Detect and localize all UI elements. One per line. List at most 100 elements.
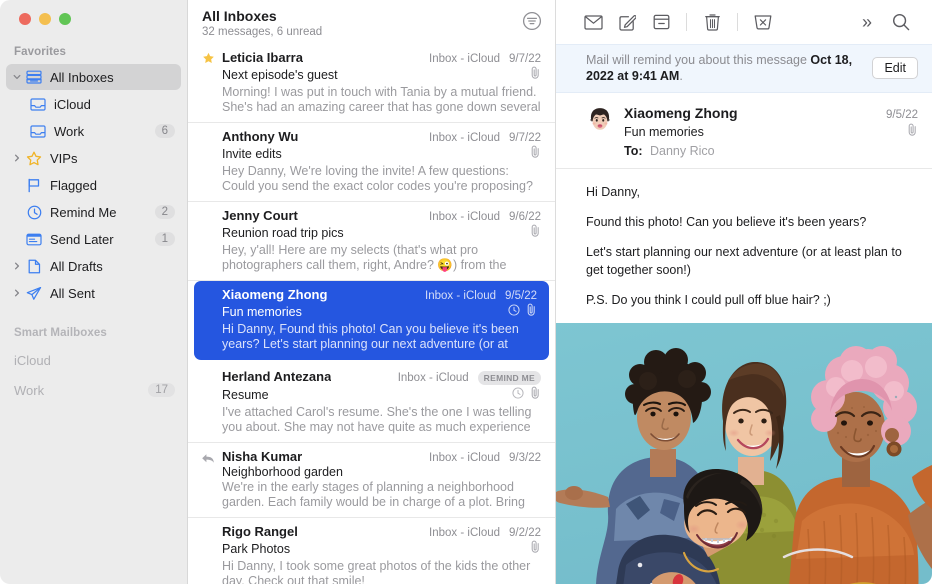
- inbox-icon: [28, 125, 48, 138]
- table-row[interactable]: Leticia Ibarra Inbox - iCloud 9/7/22 Nex…: [188, 44, 555, 123]
- sidebar-item-all-sent[interactable]: All Sent: [6, 280, 181, 306]
- chevron-down-icon[interactable]: [10, 73, 24, 81]
- status-badge: REMIND ME: [478, 371, 541, 385]
- message-subject: Neighborhood garden: [222, 465, 343, 479]
- message-preview: Hey, y'all! Here are my selects (that's …: [222, 243, 541, 273]
- sidebar-account-icloud[interactable]: iCloud: [6, 345, 181, 375]
- message-body: Hi Danny, Found this photo! Can you beli…: [556, 169, 932, 323]
- reminder-suffix: .: [679, 69, 682, 83]
- search-icon[interactable]: [884, 9, 918, 35]
- table-row[interactable]: Anthony Wu Inbox - iCloud 9/7/22 Invite …: [188, 123, 555, 202]
- attachment-icon: [530, 224, 541, 242]
- table-row[interactable]: Rigo Rangel Inbox - iCloud 9/2/22 Park P…: [188, 518, 555, 584]
- message-list-title: All Inboxes: [202, 8, 541, 24]
- zoom-button[interactable]: [59, 13, 71, 25]
- to-value[interactable]: Danny Rico: [650, 144, 715, 158]
- message-mailbox: Inbox - iCloud: [429, 211, 500, 223]
- chevron-right-icon[interactable]: [10, 289, 24, 297]
- sidebar-item-icloud[interactable]: iCloud: [6, 91, 181, 117]
- message-preview: I've attached Carol's resume. She's the …: [222, 405, 541, 435]
- toolbar-divider: [686, 13, 687, 31]
- sidebar-item-send-later[interactable]: Send Later 1: [6, 226, 181, 252]
- message-date: 9/5/22: [505, 290, 537, 302]
- sidebar-item-label: Send Later: [50, 232, 155, 247]
- message-list-header: All Inboxes 32 messages, 6 unread: [188, 0, 555, 44]
- sidebar-item-label: All Sent: [50, 286, 181, 301]
- message-preview: We're in the early stages of planning a …: [222, 480, 541, 510]
- attachment-icon: [526, 303, 537, 321]
- drafts-icon: [24, 259, 44, 274]
- unread-badge: 17: [148, 383, 175, 397]
- sidebar-account-label: Work: [14, 383, 148, 398]
- sidebar-item-remind-me[interactable]: Remind Me 2: [6, 199, 181, 225]
- star-icon: [24, 151, 44, 166]
- message-mailbox: Inbox - iCloud: [429, 452, 500, 464]
- compose-icon[interactable]: [610, 9, 644, 35]
- more-glyph: »: [862, 13, 872, 31]
- sidebar-item-label: iCloud: [54, 97, 181, 112]
- sidebar-item-all-drafts[interactable]: All Drafts: [6, 253, 181, 279]
- toolbar-divider: [737, 13, 738, 31]
- message-sender: Nisha Kumar: [222, 449, 302, 464]
- message-date: 9/3/22: [509, 452, 541, 464]
- minimize-button[interactable]: [39, 13, 51, 25]
- delete-icon[interactable]: [695, 9, 729, 35]
- sidebar-item-label: Flagged: [50, 178, 181, 193]
- message-preview: Hi Danny, I took some great photos of th…: [222, 559, 541, 584]
- sidebar-item-vips[interactable]: VIPs: [6, 145, 181, 171]
- message-preview: Morning! I was put in touch with Tania b…: [222, 85, 541, 115]
- unread-badge: 1: [155, 232, 175, 246]
- junk-icon[interactable]: [746, 9, 780, 35]
- filter-sort-icon[interactable]: [521, 10, 543, 32]
- group-selfie-photo[interactable]: [556, 323, 932, 584]
- sidebar: Favorites All Inboxes: [0, 0, 188, 584]
- sidebar-item-work[interactable]: Work 6: [6, 118, 181, 144]
- table-row[interactable]: Herland Antezana Inbox - iCloud REMIND M…: [188, 363, 555, 443]
- sidebar-account-label: iCloud: [14, 353, 181, 368]
- unread-badge: 6: [155, 124, 175, 138]
- sidebar-item-all-inboxes[interactable]: All Inboxes: [6, 64, 181, 90]
- edit-reminder-button[interactable]: Edit: [872, 57, 918, 79]
- all-inboxes-icon: [24, 70, 44, 84]
- message-preview: Hi Danny, Found this photo! Can you beli…: [222, 322, 537, 352]
- message-subject: Reunion road trip pics: [222, 226, 344, 240]
- message-pane: » Mail will remind you about this messag…: [556, 0, 932, 584]
- table-row-selected[interactable]: Xiaomeng Zhong Inbox - iCloud 9/5/22 Fun…: [194, 281, 549, 360]
- message-date: 9/5/22: [886, 109, 918, 121]
- message-sender: Anthony Wu: [222, 129, 298, 144]
- unread-badge: 2: [155, 205, 175, 219]
- message-sender-name: Xiaomeng Zhong: [624, 105, 738, 121]
- message-mailbox: Inbox - iCloud: [429, 132, 500, 144]
- sidebar-item-label: Work: [54, 124, 155, 139]
- inbox-icon: [28, 98, 48, 111]
- chevron-right-icon[interactable]: [10, 154, 24, 162]
- chevron-right-icon[interactable]: [10, 262, 24, 270]
- message-subject: Park Photos: [222, 542, 290, 556]
- body-paragraph: Found this photo! Can you believe it's b…: [586, 213, 914, 231]
- message-mailbox: Inbox - iCloud: [429, 527, 500, 539]
- sidebar-account-work[interactable]: Work 17: [6, 375, 181, 405]
- reminder-text: Mail will remind you about this message …: [586, 52, 872, 84]
- table-row[interactable]: Nisha Kumar Inbox - iCloud 9/3/22 Neighb…: [188, 443, 555, 518]
- more-icon[interactable]: »: [850, 9, 884, 35]
- message-mailbox: Inbox - iCloud: [429, 53, 500, 65]
- sidebar-item-label: All Drafts: [50, 259, 181, 274]
- message-subject: Fun memories: [222, 305, 302, 319]
- attachment-icon: [907, 123, 918, 141]
- close-button[interactable]: [19, 13, 31, 25]
- table-row[interactable]: Jenny Court Inbox - iCloud 9/6/22 Reunio…: [188, 202, 555, 281]
- window-traffic-lights: [0, 0, 187, 38]
- reminder-clock-icon: [512, 386, 524, 404]
- message-list-subtitle: 32 messages, 6 unread: [202, 26, 541, 38]
- attachment-icon: [530, 386, 541, 404]
- sidebar-item-label: VIPs: [50, 151, 181, 166]
- message-header-text: Xiaomeng Zhong 9/5/22 Fun memories To: D…: [624, 105, 918, 158]
- message-sender: Rigo Rangel: [222, 524, 298, 539]
- sidebar-item-flagged[interactable]: Flagged: [6, 172, 181, 198]
- message-list: All Inboxes 32 messages, 6 unread Letici…: [188, 0, 556, 584]
- body-paragraph: Hi Danny,: [586, 183, 914, 201]
- archive-icon[interactable]: [644, 9, 678, 35]
- mark-unread-icon[interactable]: [576, 9, 610, 35]
- message-header: Xiaomeng Zhong 9/5/22 Fun memories To: D…: [556, 93, 932, 169]
- message-mailbox: Inbox - iCloud: [425, 290, 496, 302]
